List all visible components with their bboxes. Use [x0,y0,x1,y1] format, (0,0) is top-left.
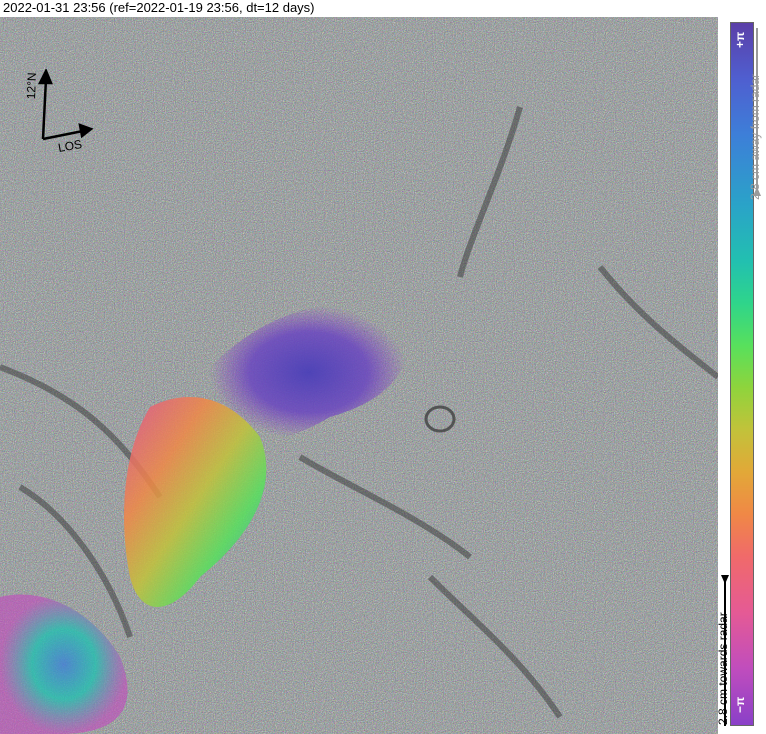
title-bar: 2022-01-31 23:56 (ref=2022-01-19 23:56, … [0,0,718,17]
north-arrowhead-icon [37,69,53,85]
colorbar-min-label: −π [733,696,747,714]
away-from-radar-label: 2.8 cm away from radar [748,73,762,200]
north-arrow-icon [41,78,48,140]
interferogram-map: 12°N LOS [0,17,718,734]
los-arrowhead-icon [78,123,94,139]
north-label: 12°N [24,72,39,100]
towards-radar-label: 2.8 cm towards radar [716,612,730,725]
compass: 12°N LOS [18,69,98,159]
map-title: 2022-01-31 23:56 (ref=2022-01-19 23:56, … [3,0,315,15]
